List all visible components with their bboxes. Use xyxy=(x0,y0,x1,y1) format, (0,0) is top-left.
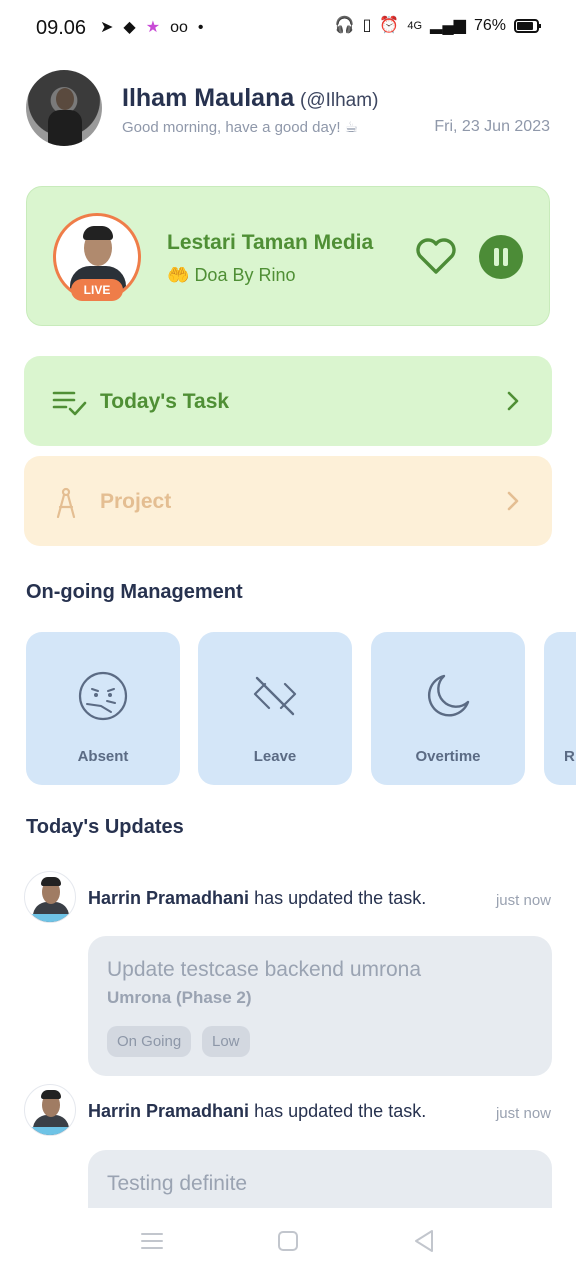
updates-title: Today's Updates xyxy=(26,816,184,838)
status-time: 09.06 xyxy=(36,17,87,39)
star-icon: ★ xyxy=(145,19,161,36)
pause-button[interactable] xyxy=(479,235,523,279)
tile-overtime[interactable]: Overtime xyxy=(371,632,525,785)
update-action: has updated the task. xyxy=(254,888,427,908)
management-title: On-going Management xyxy=(26,581,243,603)
live-program: 🤲 Doa By Rino xyxy=(167,265,296,286)
chevron-right-icon xyxy=(507,391,519,411)
current-date: Fri, 23 Jun 2023 xyxy=(434,118,550,135)
live-station-title: Lestari Taman Media xyxy=(167,231,374,254)
project-button[interactable]: Project xyxy=(24,456,552,546)
update-user: Harrin Pramadhani xyxy=(88,1101,250,1121)
tile-absent[interactable]: Absent xyxy=(26,632,180,785)
system-icons: 🎧 ▯ ⏰ 4G ▂▄▆ 76% xyxy=(335,16,542,36)
todays-task-button[interactable]: Today's Task xyxy=(24,356,552,446)
project-label: Project xyxy=(100,490,172,513)
update-task-card[interactable]: Update testcase backend umrona Umrona (P… xyxy=(88,936,552,1076)
user-avatar[interactable] xyxy=(26,70,102,146)
update-user: Harrin Pramadhani xyxy=(88,888,250,908)
app-icon: ◆ xyxy=(123,19,136,36)
home-icon[interactable] xyxy=(273,1226,303,1256)
update-avatar[interactable] xyxy=(24,871,76,923)
chevron-right-icon xyxy=(507,491,519,511)
priority-chip: Low xyxy=(202,1026,250,1057)
signal-icon: ▂▄▆ xyxy=(430,17,466,34)
telegram-icon: ➤ xyxy=(100,19,114,36)
tile-overtime-label: Overtime xyxy=(415,748,481,765)
tile-leave-label: Leave xyxy=(253,748,297,765)
task-title: Update testcase backend umrona xyxy=(107,958,422,981)
more-dot-icon: • xyxy=(197,19,204,36)
vibrate-icon: ▯ xyxy=(362,17,372,34)
tile-partial-label: R xyxy=(564,748,575,765)
user-name: Ilham Maulana xyxy=(122,84,295,112)
heart-icon[interactable] xyxy=(413,233,459,279)
tile-partial[interactable]: R xyxy=(544,632,576,785)
praying-hands-icon: 🤲 xyxy=(167,265,190,285)
notification-icons: ➤ ◆ ★ oo • xyxy=(100,18,203,38)
live-badge: LIVE xyxy=(71,279,123,301)
status-bar: 09.06 ➤ ◆ ★ oo • 🎧 ▯ ⏰ 4G ▂▄▆ 76% xyxy=(0,0,576,56)
moon-icon xyxy=(427,674,470,717)
tile-leave[interactable]: Leave xyxy=(198,632,352,785)
sick-face-icon xyxy=(78,671,128,721)
checklist-icon xyxy=(52,391,87,416)
leave-icon xyxy=(253,676,297,716)
alarm-icon: ⏰ xyxy=(379,17,400,34)
update-time: just now xyxy=(495,1105,551,1122)
headphones-icon: 🎧 xyxy=(334,17,355,34)
update-avatar[interactable] xyxy=(24,1084,76,1136)
task-project: Umrona (Phase 2) xyxy=(107,988,252,1007)
battery-icon xyxy=(514,19,541,33)
compass-icon xyxy=(56,487,76,518)
live-radio-card[interactable]: LIVE Lestari Taman Media 🤲 Doa By Rino xyxy=(26,186,550,326)
voicemail-icon: oo xyxy=(170,19,188,36)
todays-task-label: Today's Task xyxy=(100,390,230,413)
update-action: has updated the task. xyxy=(254,1101,427,1121)
live-program-label: Doa By Rino xyxy=(194,265,296,285)
back-icon[interactable] xyxy=(410,1226,440,1256)
tile-absent-label: Absent xyxy=(77,748,129,765)
menu-icon[interactable] xyxy=(137,1226,167,1256)
task-title: Testing definite xyxy=(107,1172,248,1195)
greeting-text: Good morning, have a good day! ☕ xyxy=(122,119,359,136)
battery-percent: 76% xyxy=(473,17,506,34)
update-time: just now xyxy=(495,892,551,909)
network-label: 4G xyxy=(407,20,423,32)
update-text: Harrin Pramadhani has updated the task. xyxy=(88,1101,426,1122)
status-chip: On Going xyxy=(107,1026,192,1057)
user-handle: (@Ilham) xyxy=(300,90,379,111)
update-text: Harrin Pramadhani has updated the task. xyxy=(88,888,426,909)
